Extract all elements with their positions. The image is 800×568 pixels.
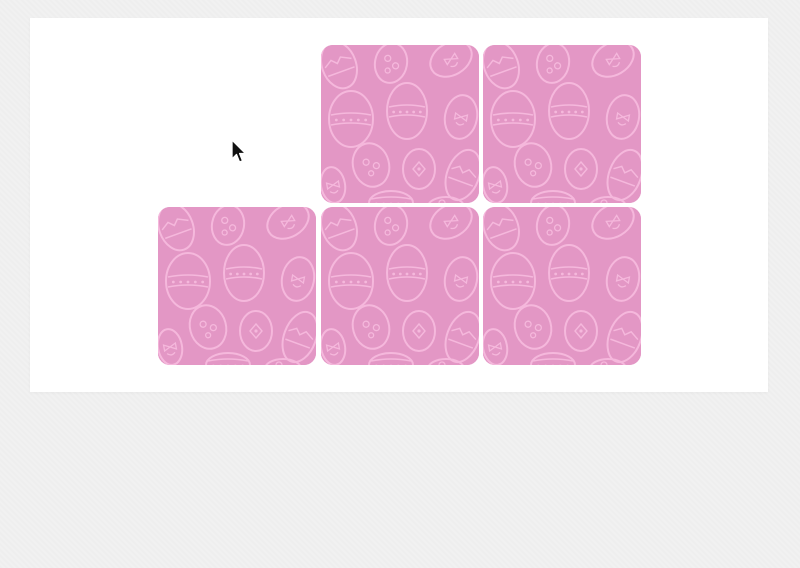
memory-card[interactable] (321, 207, 479, 365)
memory-board (30, 18, 768, 392)
memory-card[interactable] (483, 207, 641, 365)
easter-egg-pattern-icon (483, 207, 641, 365)
memory-card[interactable] (483, 45, 641, 203)
memory-card[interactable] (321, 45, 479, 203)
easter-egg-pattern-icon (321, 45, 479, 203)
easter-egg-pattern-icon (321, 207, 479, 365)
easter-egg-pattern-icon (158, 207, 316, 365)
easter-egg-pattern-icon (483, 45, 641, 203)
memory-card[interactable] (158, 207, 316, 365)
game-page (0, 0, 800, 568)
